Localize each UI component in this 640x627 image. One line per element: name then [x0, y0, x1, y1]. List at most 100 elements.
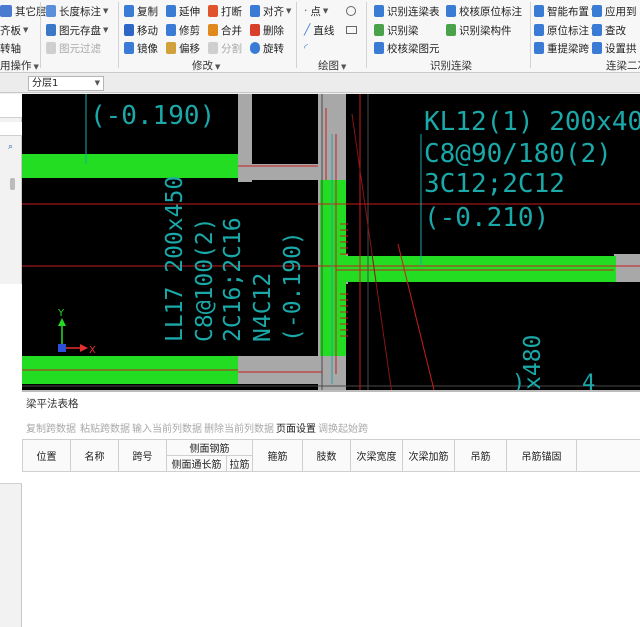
save-icon — [46, 24, 56, 36]
paste-span-button[interactable]: 粘贴跨数据 — [80, 420, 130, 435]
extend-icon — [166, 5, 176, 17]
identify-beam-member-button[interactable]: 识别梁构件 — [446, 22, 512, 38]
table-toolbar: 复制跨数据 粘贴跨数据 输入当前列数据 删除当前列数据 页面设置 调换起始跨 — [22, 420, 640, 436]
rotate-button[interactable]: 旋转 — [250, 40, 284, 56]
length-dimension-button[interactable]: 长度标注 ▼ — [46, 3, 108, 19]
line-button[interactable]: ╱ 直线 — [304, 22, 334, 38]
column-header[interactable]: 肢数 — [302, 439, 351, 472]
delete-column-button[interactable]: 删除当前列数据 — [204, 420, 274, 435]
apply-to-button[interactable]: 应用到 — [592, 3, 637, 19]
green-beam — [22, 154, 238, 178]
chevron-down-icon: ▼ — [103, 26, 109, 34]
identify-beam-button[interactable]: 识别梁 — [374, 22, 419, 38]
rectangle-button[interactable] — [346, 22, 357, 38]
panel-title: 梁平法表格 — [26, 398, 79, 410]
circle-button[interactable] — [346, 3, 356, 19]
element-filter-button[interactable]: 图元过滤 — [46, 40, 101, 56]
column-header[interactable]: 名称 — [70, 439, 119, 472]
column-header[interactable]: 跨号 — [118, 439, 167, 472]
point-button[interactable]: · 点 ▼ — [304, 3, 328, 19]
cad-drawing-canvas[interactable]: (-0.190) KL12(1) 200x400 C8@90/180(2) 3C… — [22, 94, 640, 390]
left-panel-list — [0, 284, 22, 484]
swap-start-span-button[interactable]: 调换起始跨 — [318, 420, 368, 435]
table-header-row: 位置 名称 跨号 侧面钢筋 箍筋 肢数 次梁宽度 次梁加筋 吊筋 吊筋锚固 — [22, 439, 640, 472]
chevron-down-icon: ▼ — [23, 26, 29, 34]
group-label-common-ops: 用操作 ▼ — [0, 60, 39, 72]
filter-icon — [46, 42, 56, 54]
check-modify-button[interactable]: 查改 — [592, 22, 626, 38]
column-header[interactable]: 箍筋 — [252, 439, 303, 472]
delete-icon — [250, 24, 260, 36]
column-header[interactable]: 次梁宽度 — [350, 439, 403, 472]
merge-button[interactable]: 合并 — [208, 22, 242, 38]
cad-label-kl12-stirrup: C8@90/180(2) — [424, 139, 612, 169]
column-header[interactable]: 位置 — [22, 439, 71, 472]
copy-icon — [124, 5, 134, 17]
mirror-button[interactable]: 镜像 — [124, 40, 158, 56]
point-icon: · — [304, 5, 308, 17]
align-button[interactable]: 对齐 ▼ — [250, 3, 291, 19]
delete-button[interactable]: 删除 — [250, 22, 284, 38]
column-header-overflow[interactable] — [576, 439, 640, 472]
group-separator — [530, 2, 531, 68]
smart-layout-button[interactable]: 智能布置▼ — [534, 3, 596, 19]
cad-label-ll17-stirrup: C8@100(2) — [192, 217, 218, 342]
trim-button[interactable]: 修剪 — [166, 22, 200, 38]
column-header[interactable]: 吊筋 — [454, 439, 507, 472]
reextract-span-button[interactable]: 重提梁跨 — [534, 40, 589, 56]
group-label-modify: 修改 ▼ — [192, 60, 221, 72]
table-icon — [374, 5, 384, 17]
split-button[interactable]: 分割 — [208, 40, 242, 56]
apply-icon — [592, 5, 602, 17]
column-header[interactable]: 侧面通长筋 — [166, 455, 227, 472]
left-panel-block — [0, 94, 22, 118]
search-icon[interactable]: ⌕ — [8, 142, 13, 152]
rotate-axis-button[interactable]: 转轴 — [0, 40, 21, 56]
copy-button[interactable]: 复制 — [124, 3, 158, 19]
verify-icon — [446, 5, 456, 17]
trim-icon — [166, 24, 176, 36]
align-icon — [250, 5, 260, 17]
move-icon — [124, 24, 134, 36]
layer-select[interactable]: 分层1 ▼ — [28, 76, 104, 91]
verify-beam-element-button[interactable]: 校核梁图元 — [374, 40, 440, 56]
mark-icon — [534, 24, 544, 36]
break-button[interactable]: 打断 — [208, 3, 242, 19]
mirror-icon — [124, 42, 134, 54]
extend-button[interactable]: 延伸 — [166, 3, 200, 19]
rotate-icon — [250, 42, 260, 54]
arc-button[interactable]: ◜ — [304, 40, 308, 56]
identify-icon — [446, 24, 456, 36]
merge-icon — [208, 24, 218, 36]
copy-span-button[interactable]: 复制跨数据 — [26, 420, 76, 435]
line-icon: ╱ — [304, 24, 311, 36]
chevron-down-icon: ▼ — [286, 7, 292, 15]
dimension-icon — [46, 5, 56, 17]
cad-label-ll17: LL17 200x450 — [162, 176, 188, 342]
arc-icon: ◜ — [304, 42, 309, 54]
group-separator — [296, 2, 297, 68]
chevron-down-icon: ▼ — [94, 79, 100, 87]
group-label-beam2: 连梁二次 — [606, 60, 640, 72]
cad-label-kl12: KL12(1) 200x400 — [424, 107, 640, 137]
column-header[interactable]: 拉筋 — [226, 455, 253, 472]
element-save-button[interactable]: 图元存盘 ▼ — [46, 22, 108, 38]
column-header[interactable]: 吊筋锚固 — [506, 439, 577, 472]
app-window: 其它层▼ 齐板▼ 转轴 用操作▼ 长度标注▼ 图元存盘▼ 图元过滤 复制 延伸 … — [0, 0, 640, 627]
cad-drawing: (-0.190) KL12(1) 200x400 C8@90/180(2) 3C… — [22, 94, 640, 390]
offset-button[interactable]: 偏移 — [166, 40, 200, 56]
column-group-header: 侧面钢筋 — [166, 439, 253, 456]
original-mark-button[interactable]: 原位标注▼ — [534, 22, 596, 38]
left-panel: ⌕ — [0, 94, 22, 627]
column-header[interactable]: 次梁加筋 — [402, 439, 455, 472]
coordinate-axes-icon: X Y — [57, 308, 96, 356]
scrollbar-thumb[interactable] — [10, 178, 15, 190]
input-column-button[interactable]: 输入当前列数据 — [132, 420, 202, 435]
move-button[interactable]: 移动 — [124, 22, 158, 38]
set-arch-button[interactable]: 设置拱 — [592, 40, 637, 56]
verify-original-mark-button[interactable]: 校核原位标注 — [446, 3, 522, 19]
identify-beam-table-button[interactable]: 识别连梁表 — [374, 3, 440, 19]
identify-icon — [374, 24, 384, 36]
page-setup-button[interactable]: 页面设置 — [276, 420, 316, 435]
align-slab-button[interactable]: 齐板 ▼ — [0, 22, 28, 38]
